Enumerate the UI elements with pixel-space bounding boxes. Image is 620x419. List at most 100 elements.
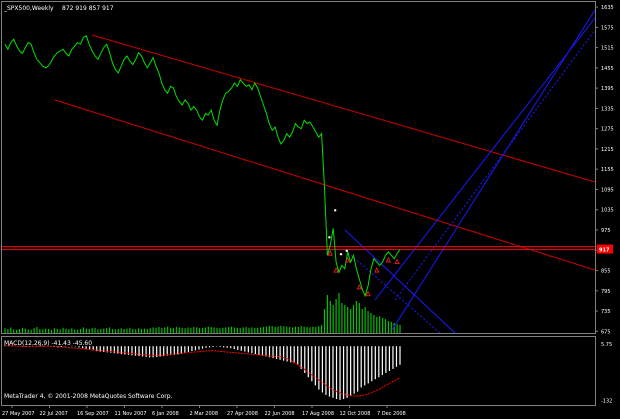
dot-marker	[333, 209, 337, 212]
volume-bar	[196, 327, 198, 333]
volume-bar	[169, 327, 172, 333]
price-chart[interactable]: 1635 1575 1515 1455 1395 1335 1275 1215 1155 1095…	[0, 0, 620, 419]
price-levels	[2, 246, 595, 251]
volume-bar	[396, 324, 398, 333]
volume-bar	[198, 328, 201, 333]
volume-bar	[399, 325, 401, 333]
volume-bar	[294, 326, 297, 333]
y-tick-label: 1575	[601, 25, 614, 31]
volume-bar	[100, 329, 102, 333]
volume-bar	[193, 327, 195, 333]
volume-bar	[45, 328, 47, 333]
volume-bar	[88, 329, 90, 333]
y-tick-label: 975	[601, 228, 611, 234]
volume-bar	[172, 328, 175, 333]
volume-bar	[108, 327, 111, 333]
volume-bar	[283, 326, 285, 333]
macd-y-tick-label: -132	[601, 399, 612, 405]
volume-bar	[53, 328, 55, 333]
x-tick-label: 16 Sep 2007	[77, 411, 109, 417]
volume-bar	[30, 329, 32, 333]
volume-bar	[21, 327, 24, 333]
volume-bar	[239, 328, 241, 333]
volume-bar	[381, 317, 384, 333]
volume-bar	[94, 327, 96, 333]
volume-bar	[204, 327, 207, 333]
volume-bar	[303, 326, 305, 333]
volume-bar	[175, 327, 177, 333]
volume-bar	[329, 301, 331, 333]
volume-bar	[7, 329, 9, 333]
blue-rising-line-inner[interactable]	[374, 17, 596, 301]
volume-bar	[50, 329, 53, 333]
volume-bar	[245, 327, 247, 333]
macd-signal-line[interactable]	[5, 345, 401, 397]
volume-bar	[190, 327, 192, 333]
arrow-marker	[374, 267, 380, 273]
x-tick-label: 12 Oct 2008	[340, 411, 371, 417]
blue-rising-line-outer[interactable]	[391, 9, 596, 331]
volume-bar	[164, 327, 166, 333]
volume-bar	[315, 327, 317, 333]
y-tick-label: 1395	[601, 86, 614, 92]
blue-dotted-rising[interactable]	[394, 29, 596, 301]
volume-bar	[335, 299, 337, 333]
y-tick-label: 735	[601, 309, 611, 315]
volume-bar	[210, 327, 212, 333]
volume-bar	[309, 327, 311, 333]
volume-bar	[228, 327, 230, 333]
arrow-marker	[385, 257, 392, 263]
volume-bar	[149, 328, 151, 333]
current-price-tag-label: 917	[599, 248, 610, 254]
x-tick-label: 17 Aug 2008	[302, 411, 334, 417]
volume-bar	[300, 326, 302, 333]
volume-bar	[123, 329, 125, 333]
main-plot-frame	[1, 1, 596, 334]
volume-bar	[350, 309, 352, 333]
volume-bar	[355, 301, 358, 333]
volume-bar	[230, 326, 233, 333]
volume-bar	[236, 327, 238, 333]
y-tick-label: 1335	[601, 106, 614, 112]
dot-marker	[345, 249, 349, 253]
volume-bar	[18, 329, 21, 333]
volume-bar	[97, 329, 99, 333]
volume-bar	[146, 329, 148, 333]
volume-bar	[129, 327, 131, 333]
price-line[interactable]	[4, 35, 401, 298]
volume-bar	[71, 328, 73, 333]
volume-bar	[120, 328, 122, 333]
volume-bar	[379, 316, 381, 333]
volume-bar	[364, 307, 366, 333]
volume-bar	[111, 329, 114, 333]
volume-bar	[373, 315, 375, 333]
volume-bar	[56, 329, 58, 333]
y-tick-label: 855	[601, 269, 611, 275]
y-tick-label: 1275	[601, 127, 614, 133]
volume-bar	[222, 327, 224, 333]
volume-bar	[271, 326, 273, 333]
volume-bar	[262, 327, 265, 333]
volume-bar	[140, 329, 143, 333]
volume-bar	[268, 325, 270, 333]
dot-marker	[328, 236, 331, 239]
volume-bar	[47, 329, 50, 333]
volume-bar	[4, 328, 6, 333]
volume-bars	[4, 293, 401, 333]
volume-bar	[257, 327, 259, 333]
volume-bar	[39, 329, 41, 333]
y-tick-label: 1635	[601, 5, 614, 11]
time-axis: 27 May 2007 22 Jul 2007 16 Sep 2007 11 Nov …	[2, 405, 406, 417]
volume-bar	[126, 328, 128, 333]
volume-bar	[344, 305, 346, 333]
volume-bar	[370, 313, 372, 333]
y-tick-label: 1215	[601, 147, 614, 153]
volume-bar	[233, 327, 236, 333]
volume-bar	[187, 327, 189, 333]
channel-upper-line[interactable]	[91, 34, 596, 183]
y-tick-label: 1455	[601, 66, 614, 72]
volume-bar	[259, 327, 262, 333]
volume-bar	[326, 295, 328, 333]
channel-lower-line[interactable]	[54, 99, 596, 271]
volume-bar	[318, 326, 320, 333]
